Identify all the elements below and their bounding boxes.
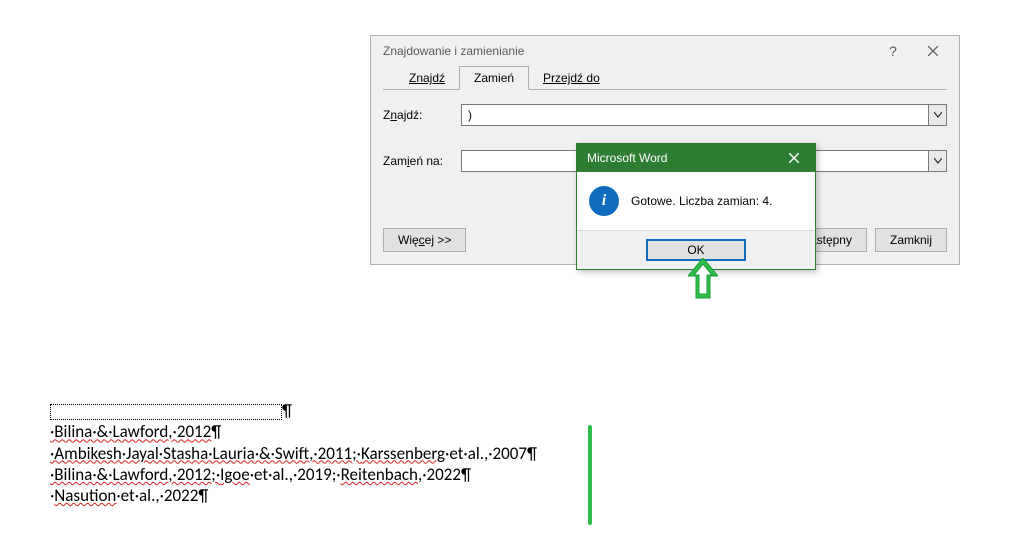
replace-label: Zamień na: xyxy=(383,154,461,168)
replace-dropdown-icon[interactable] xyxy=(928,151,946,171)
doc-line-3: ·Bilina·&·Lawford,·2012;·Igoe·et·al.,·20… xyxy=(50,464,537,485)
dialog-title: Znajdowanie i zamienianie xyxy=(383,44,873,58)
find-input[interactable] xyxy=(462,105,928,125)
message-text: Gotowe. Liczba zamian: 4. xyxy=(631,194,772,208)
find-label: Znajdź: xyxy=(383,108,461,122)
message-box: Microsoft Word i Gotowe. Liczba zamian: … xyxy=(576,143,816,270)
info-icon: i xyxy=(589,186,619,216)
tab-goto[interactable]: Przejdź do xyxy=(529,67,614,89)
close-icon[interactable] xyxy=(913,37,953,65)
dialog-titlebar[interactable]: Znajdowanie i zamienianie ? xyxy=(371,36,959,66)
text-cursor-indicator xyxy=(588,425,592,525)
find-combo[interactable] xyxy=(461,104,947,126)
pointer-arrow-icon xyxy=(688,258,718,303)
close-button[interactable]: Zamknij xyxy=(875,228,947,252)
message-titlebar[interactable]: Microsoft Word xyxy=(577,144,815,172)
doc-line-2: ·Ambikesh·Jayal·Stasha·Lauria·&·Swift,·2… xyxy=(50,443,537,464)
doc-form-field-line xyxy=(50,400,537,421)
tab-strip: Znajdź Zamień Przejdź do xyxy=(383,66,947,90)
help-button[interactable]: ? xyxy=(873,37,913,65)
doc-line-1: ·Bilina·&·Lawford,·2012 xyxy=(50,421,537,442)
message-body: i Gotowe. Liczba zamian: 4. xyxy=(577,172,815,230)
find-dropdown-icon[interactable] xyxy=(928,105,946,125)
tab-find[interactable]: Znajdź xyxy=(395,67,459,89)
message-title: Microsoft Word xyxy=(587,151,777,165)
document-body[interactable]: ·Bilina·&·Lawford,·2012 ·Ambikesh·Jayal·… xyxy=(50,400,537,506)
tab-replace[interactable]: Zamień xyxy=(459,66,529,90)
message-close-icon[interactable] xyxy=(777,146,811,170)
doc-line-4: ·Nasution·et·al.,·2022 xyxy=(50,485,537,506)
more-button[interactable]: Więcej >> xyxy=(383,228,466,252)
find-row: Znajdź: xyxy=(383,104,947,126)
form-field-box[interactable] xyxy=(50,404,282,420)
